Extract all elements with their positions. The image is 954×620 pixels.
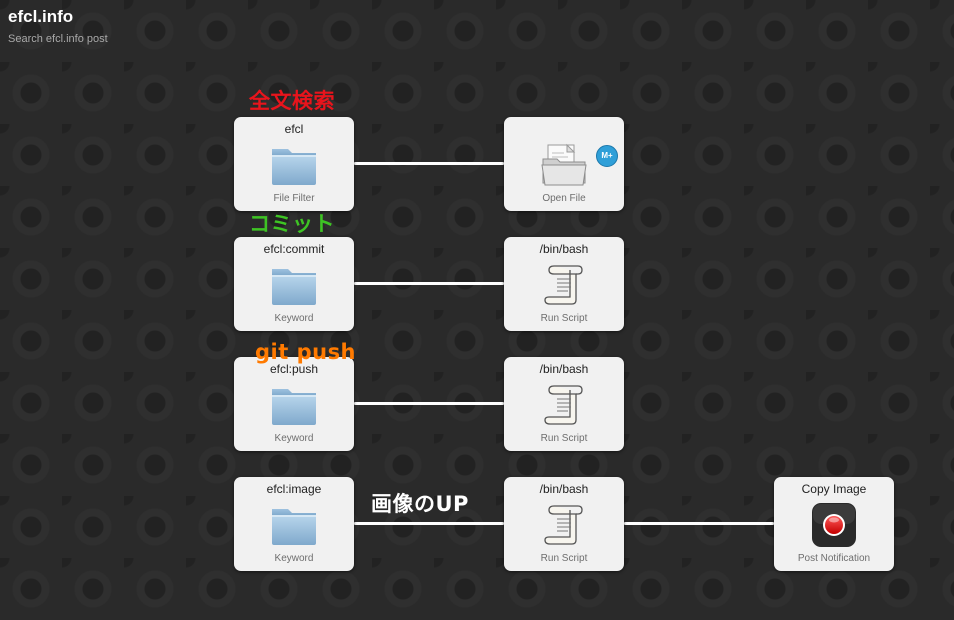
- run-script-push-node[interactable]: /bin/bash Run Script: [504, 357, 624, 451]
- folder-icon: [270, 263, 318, 307]
- keyword-push-node[interactable]: efcl:push Keyword: [234, 357, 354, 451]
- node-title: /bin/bash: [539, 242, 589, 256]
- node-title: /bin/bash: [539, 362, 589, 376]
- node-type-label: Run Script: [540, 313, 588, 324]
- record-button-icon: [810, 503, 858, 547]
- connection-line-fulltext[interactable]: [354, 162, 504, 165]
- file-filter-node[interactable]: efcl File Filter: [234, 117, 354, 211]
- annotation-push: git push: [255, 340, 357, 364]
- annotation-commit: コミット: [249, 212, 335, 236]
- node-type-label: Keyword: [274, 433, 314, 444]
- keyword-image-node[interactable]: efcl:image Keyword: [234, 477, 354, 571]
- post-notification-node[interactable]: Copy Image Post Notification: [774, 477, 894, 571]
- script-scroll-icon: [540, 503, 588, 547]
- keyword-commit-node[interactable]: efcl:commit Keyword: [234, 237, 354, 331]
- node-title: efcl:push: [269, 362, 319, 376]
- folder-icon: [270, 503, 318, 547]
- node-title: efcl:image: [266, 482, 322, 496]
- folder-icon: [270, 143, 318, 187]
- run-script-commit-node[interactable]: /bin/bash Run Script: [504, 237, 624, 331]
- folder-icon: [270, 383, 318, 427]
- open-file-node[interactable]: M+ Open File: [504, 117, 624, 211]
- workflow-title: efcl.info: [8, 7, 74, 26]
- node-type-label: Keyword: [274, 553, 314, 564]
- script-scroll-icon: [540, 383, 588, 427]
- connection-line-image-2[interactable]: [624, 522, 774, 525]
- connection-line-commit[interactable]: [354, 282, 504, 285]
- run-script-image-node[interactable]: /bin/bash Run Script: [504, 477, 624, 571]
- node-title: Copy Image: [801, 482, 867, 496]
- annotation-fulltext: 全文検索: [249, 89, 335, 113]
- modifier-badge: M+: [596, 145, 618, 167]
- connection-line-push[interactable]: [354, 402, 504, 405]
- workflow-canvas: efcl.info Search efcl.info post efcl Fil…: [0, 0, 954, 620]
- node-type-label: Run Script: [540, 433, 588, 444]
- node-title: efcl:commit: [263, 242, 325, 256]
- script-scroll-icon: [540, 263, 588, 307]
- node-type-label: Run Script: [540, 553, 588, 564]
- connection-line-image-1[interactable]: [354, 522, 504, 525]
- node-type-label: File Filter: [273, 193, 315, 204]
- open-folder-icon: [540, 143, 588, 187]
- node-type-label: Keyword: [274, 313, 314, 324]
- annotation-image-upload: 画像のUP: [371, 492, 469, 516]
- node-title: /bin/bash: [539, 482, 589, 496]
- workflow-subtitle: Search efcl.info post: [8, 33, 108, 45]
- node-type-label: Post Notification: [797, 553, 871, 564]
- node-title: efcl: [284, 122, 304, 136]
- node-type-label: Open File: [542, 193, 586, 204]
